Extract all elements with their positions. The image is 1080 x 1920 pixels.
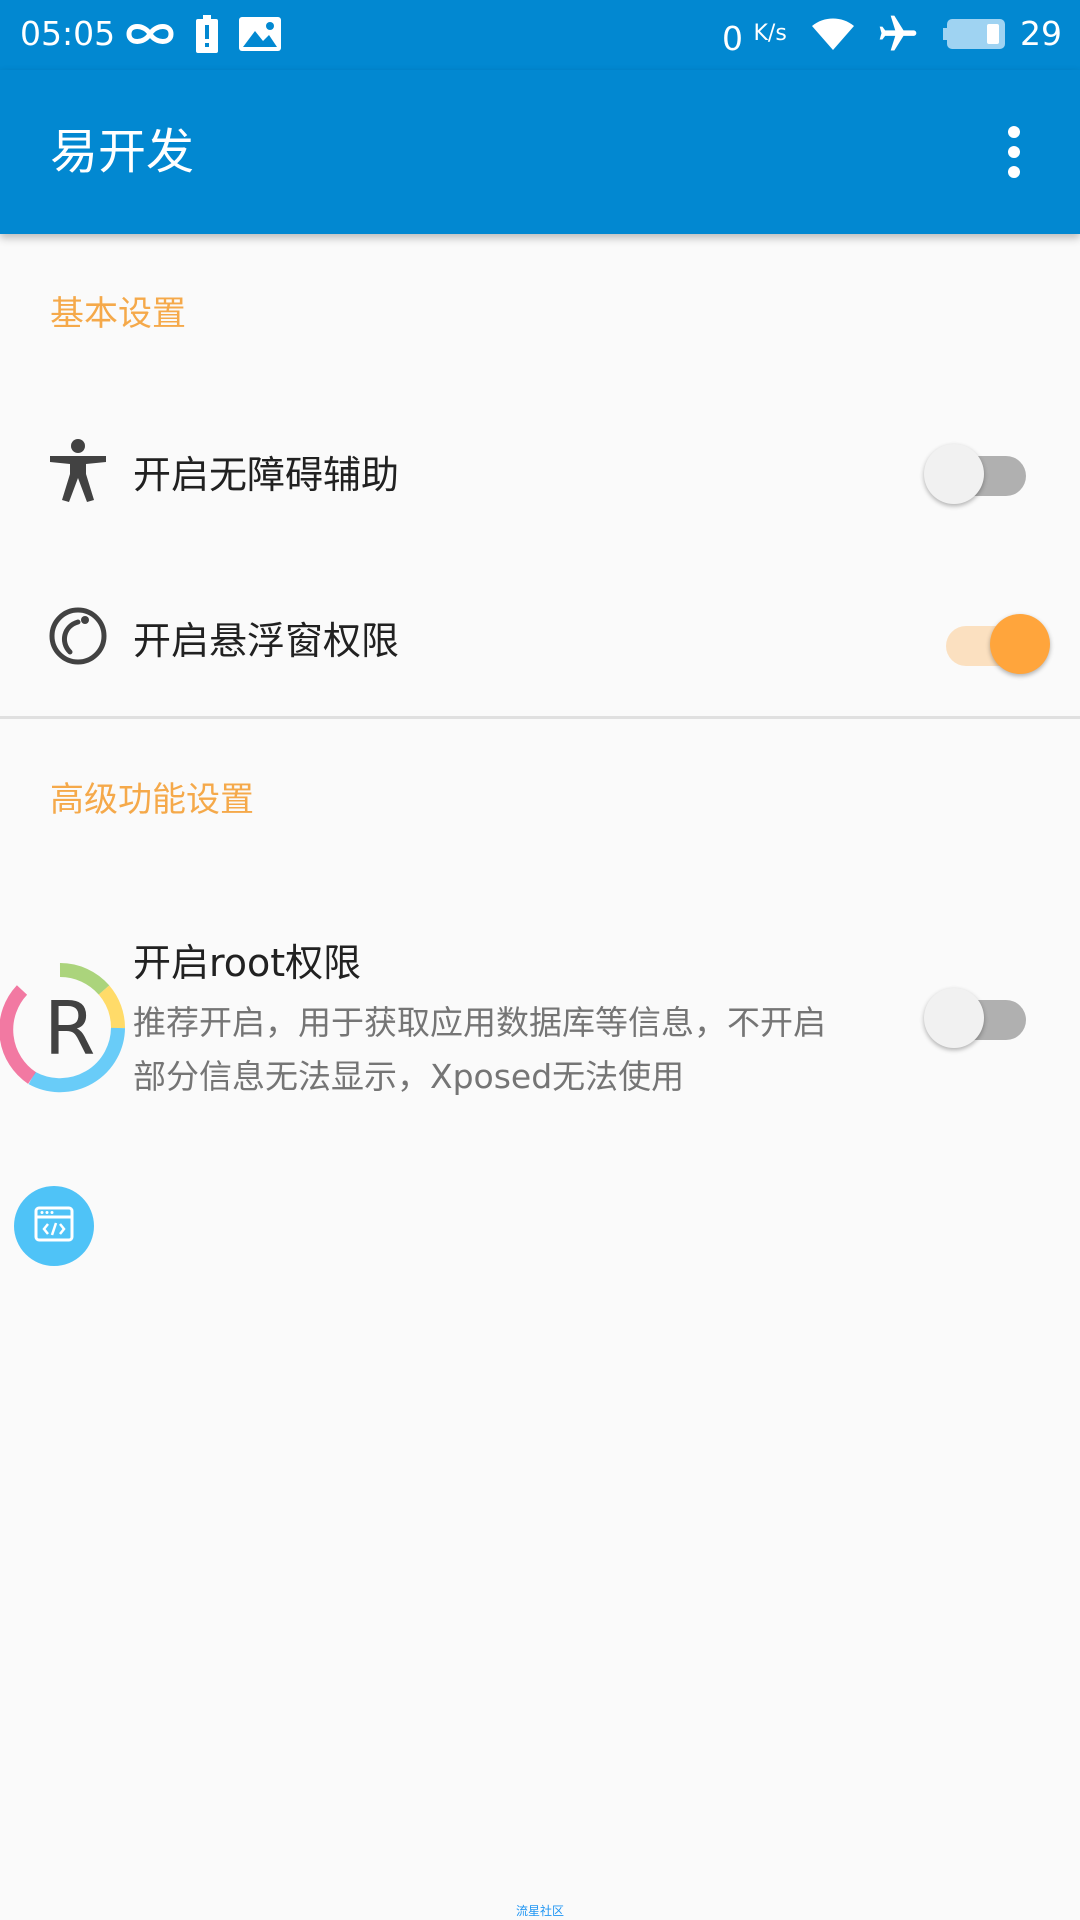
infinity-icon <box>124 12 176 56</box>
switch-thumb <box>924 988 984 1048</box>
more-vert-icon[interactable] <box>990 122 1038 182</box>
battery-level: 29 <box>1020 14 1062 53</box>
code-window-icon <box>34 1206 74 1246</box>
image-icon <box>238 12 282 56</box>
switch-thumb <box>990 614 1050 674</box>
watermark: 流星社区 <box>515 1904 564 1918</box>
overlay-icon <box>48 606 108 666</box>
pref-overlay-title: 开启悬浮窗权限 <box>133 619 400 663</box>
airplane-icon <box>874 12 922 56</box>
pref-overlay[interactable]: 开启悬浮窗权限 <box>0 588 1080 688</box>
net-speed-value: 0 <box>722 19 743 58</box>
pref-root[interactable]: 开启root权限 推荐开启，用于获取应用数据库等信息，不开启 部分信息无法显示，… <box>0 930 1080 1110</box>
floating-root-badge[interactable]: R <box>0 960 128 1096</box>
pref-root-summary-line2: 部分信息无法显示，Xposed无法使用 <box>133 1057 685 1096</box>
floating-code-button[interactable] <box>14 1186 94 1266</box>
app-bar: 易开发 <box>0 70 1080 234</box>
section-divider <box>0 716 1080 719</box>
pref-root-title: 开启root权限 <box>133 941 362 985</box>
root-switch[interactable] <box>924 980 1034 1050</box>
battery-icon <box>942 12 1008 56</box>
section-header-basic: 基本设置 <box>50 294 186 334</box>
pref-accessibility-title: 开启无障碍辅助 <box>133 453 400 497</box>
battery-alert-icon <box>194 12 220 56</box>
accessibility-switch[interactable] <box>924 436 1034 506</box>
pref-accessibility[interactable]: 开启无障碍辅助 <box>0 426 1080 522</box>
pref-root-summary-line1: 推荐开启，用于获取应用数据库等信息，不开启 <box>133 1003 826 1042</box>
section-header-advanced: 高级功能设置 <box>50 780 254 820</box>
switch-thumb <box>924 444 984 504</box>
wifi-icon <box>808 12 858 56</box>
status-bar: 05:05 0 K/s 29 <box>0 0 1080 70</box>
net-speed: 0 K/s <box>722 12 787 61</box>
overlay-switch[interactable] <box>940 606 1050 676</box>
app-title: 易开发 <box>50 124 195 180</box>
accessibility-icon <box>48 439 108 502</box>
net-speed-unit: K/s <box>753 21 787 46</box>
status-time: 05:05 <box>20 14 116 53</box>
floating-root-badge-letter: R <box>44 986 95 1072</box>
